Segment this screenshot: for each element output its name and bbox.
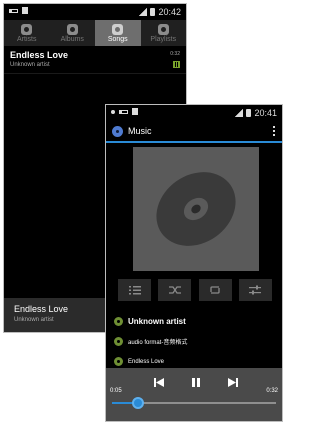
- tab-label: Songs: [107, 35, 128, 43]
- song-artist: Unknown artist: [10, 62, 50, 68]
- song-row: Endless Love: [114, 357, 164, 366]
- album-name: audio format-音频格式: [128, 340, 188, 346]
- tab-playlists[interactable]: Playlists: [141, 20, 187, 46]
- playlist-icon: [128, 286, 141, 295]
- playlist-button[interactable]: [118, 279, 151, 301]
- app-bar: Music: [106, 121, 282, 143]
- album-row: audio format-音频格式: [114, 337, 187, 346]
- status-time: 20:41: [254, 108, 277, 118]
- music-note-icon: [112, 23, 124, 35]
- usb-icon: [9, 8, 18, 13]
- sd-card-icon: [132, 108, 138, 115]
- tab-artists[interactable]: Artists: [4, 20, 50, 46]
- playback-options: [118, 279, 272, 301]
- song-title: Endless Love: [10, 50, 69, 60]
- song-duration: 0:32: [170, 51, 180, 57]
- next-icon: [228, 377, 238, 387]
- pause-icon: [192, 377, 200, 387]
- signal-icon: [139, 8, 148, 16]
- repeat-icon: [210, 286, 220, 294]
- transport-controls: 0:05 0:32: [106, 368, 282, 421]
- signal-icon: [235, 109, 244, 117]
- artist-row: Unknown artist: [114, 317, 186, 326]
- playlist-icon: [157, 23, 169, 35]
- seek-bar[interactable]: [112, 397, 276, 409]
- next-button[interactable]: [226, 376, 240, 388]
- pause-button[interactable]: [189, 376, 203, 388]
- seek-thumb[interactable]: [132, 397, 145, 409]
- music-note-icon: [114, 357, 123, 366]
- notification-dot-icon: [111, 109, 115, 114]
- microphone-icon: [114, 317, 123, 326]
- shuffle-icon: [168, 286, 181, 294]
- status-bar: 20:42: [4, 4, 186, 20]
- list-item[interactable]: Endless Love Unknown artist 0:32: [4, 46, 186, 74]
- song-name: Endless Love: [128, 358, 165, 365]
- app-title: Music: [128, 126, 152, 136]
- music-app-icon[interactable]: [112, 125, 123, 137]
- player-screen: 20:41 Music Unknown artist audio format-…: [105, 104, 283, 422]
- album-art: [133, 147, 259, 271]
- tab-label: Albums: [60, 35, 84, 43]
- equalizer-icon: [249, 285, 262, 295]
- overflow-menu-icon[interactable]: [273, 126, 275, 136]
- tab-albums[interactable]: Albums: [50, 20, 96, 46]
- elapsed-time: 0:05: [110, 388, 122, 394]
- tab-songs[interactable]: Songs: [95, 20, 141, 46]
- usb-icon: [119, 109, 128, 114]
- status-bar: 20:41: [106, 105, 282, 121]
- now-playing-icon: [173, 61, 180, 68]
- previous-button[interactable]: [152, 376, 166, 388]
- album-icon: [66, 23, 78, 35]
- previous-icon: [154, 377, 164, 387]
- cd-disc-icon: [156, 172, 236, 246]
- shuffle-button[interactable]: [158, 279, 192, 301]
- tab-label: Playlists: [150, 35, 177, 43]
- microphone-icon: [21, 23, 33, 35]
- total-time: 0:32: [266, 388, 278, 394]
- sd-card-icon: [22, 7, 28, 14]
- equalizer-button[interactable]: [238, 279, 272, 301]
- battery-icon: [246, 109, 252, 117]
- battery-icon: [150, 8, 156, 16]
- library-tabs: Artists Albums Songs Playlists: [4, 20, 186, 46]
- tab-label: Artists: [17, 35, 37, 43]
- artist-name: Unknown artist: [128, 317, 186, 326]
- status-time: 20:42: [158, 7, 181, 17]
- album-icon: [114, 337, 123, 346]
- repeat-button[interactable]: [198, 279, 232, 301]
